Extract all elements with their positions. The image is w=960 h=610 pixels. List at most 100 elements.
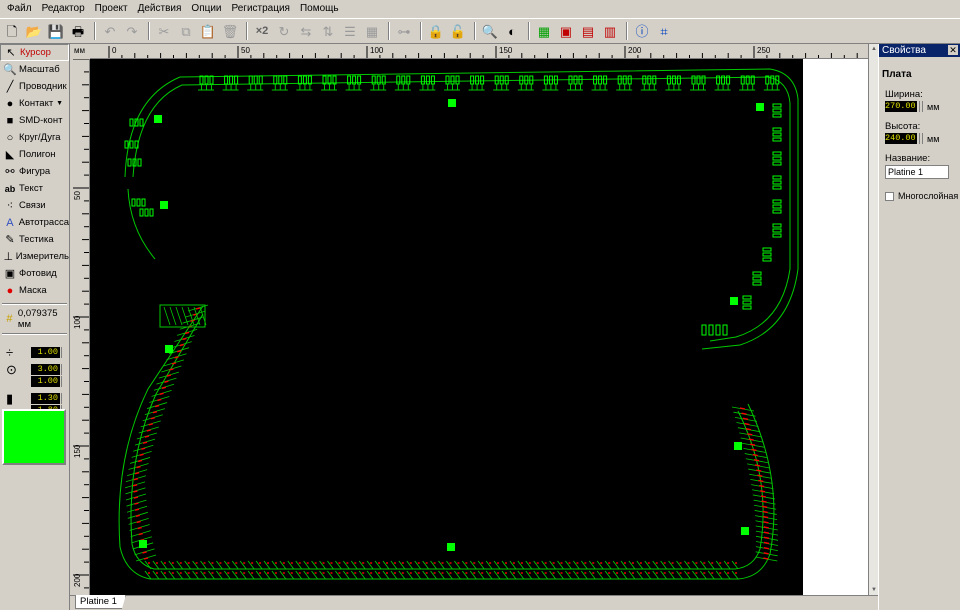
pad-inner-value[interactable]: 1.00 — [31, 375, 60, 387]
pad-size-icon: ⊙ — [6, 361, 17, 377]
name-field[interactable]: Platine 1 — [885, 165, 949, 179]
width-label: Ширина: — [885, 89, 923, 100]
open-folder-icon[interactable]: 📂 — [24, 21, 44, 41]
width-field[interactable]: 270.00 — [885, 101, 917, 112]
dropdown-arrow-icon[interactable]: ▼ — [56, 100, 63, 107]
tool-cursor[interactable]: ↖ Курсор — [0, 44, 69, 61]
track-width-spinner[interactable] — [61, 346, 66, 358]
height-field[interactable]: 240.00 — [885, 133, 917, 144]
grid-setting[interactable]: # 0,079375 мм — [0, 308, 69, 330]
cut-icon[interactable]: ✂ — [154, 21, 174, 41]
pcb-board[interactable] — [90, 59, 803, 595]
ruler-unit: мм — [71, 44, 90, 59]
undo-icon[interactable]: ↶ — [100, 21, 120, 41]
paste-icon[interactable]: 📋 — [198, 21, 218, 41]
tool-shape[interactable]: ⚯ Фигура — [0, 163, 69, 180]
tool-test[interactable]: ✎ Тестика — [0, 231, 69, 248]
pad-outer-spinner[interactable] — [61, 363, 66, 375]
tool-divider — [2, 333, 67, 335]
tool-mask[interactable]: ● Маска — [0, 282, 69, 299]
mounting-pad — [447, 543, 455, 551]
smd-pad-group — [742, 295, 752, 310]
unlock-icon[interactable]: 🔓 — [448, 21, 468, 41]
tool-circle[interactable]: ○ Круг/Дуга — [0, 129, 69, 146]
smd-pad-group — [124, 140, 139, 149]
smd-width-spinner[interactable] — [61, 392, 66, 404]
transparency-icon[interactable]: ◐ — [502, 21, 522, 41]
menu-bar: Файл Редактор Проект Действия Опции Реги… — [0, 0, 960, 18]
multilayer-option[interactable]: Многослойная — [879, 191, 960, 201]
tab-platine-1[interactable]: Platine 1 — [75, 595, 126, 609]
tool-label: Фотовид — [19, 268, 57, 279]
zoom-icon[interactable]: 🔍 — [480, 21, 500, 41]
test-icon: ✎ — [5, 234, 15, 246]
delete-icon[interactable]: 🗑 — [220, 21, 240, 41]
properties-title-bar: Свойства ✕ — [879, 44, 960, 57]
pad-inner-param: 1.00 — [0, 375, 69, 387]
board-outline-trace — [124, 68, 799, 350]
ruler-top: 0 50 100 150 200 250 — [90, 44, 868, 59]
menu-project[interactable]: Проект — [90, 0, 133, 18]
tool-polygon[interactable]: ◣ Полигон — [0, 146, 69, 163]
info-icon[interactable]: ⓘ — [632, 21, 652, 41]
menu-editor[interactable]: Редактор — [37, 0, 90, 18]
layer-color-swatch[interactable] — [2, 409, 66, 465]
track-width-value[interactable]: 1.00 — [31, 346, 60, 358]
magnifier-icon: 🔍 — [3, 64, 17, 76]
save-icon[interactable]: 💾 — [46, 21, 66, 41]
close-icon[interactable]: ✕ — [948, 45, 958, 55]
tool-zoom[interactable]: 🔍 Масштаб — [0, 61, 69, 78]
tool-track[interactable]: ╱ Проводник — [0, 78, 69, 95]
print-icon[interactable]: 🖶 — [68, 21, 88, 41]
mirror-horizontal-icon[interactable]: ⇆ — [296, 21, 316, 41]
track-width-icon: ÷ — [6, 344, 14, 360]
tool-label: Маска — [19, 285, 47, 296]
layer-colors-icon[interactable]: ▦ — [534, 21, 554, 41]
smd-pad-group — [772, 175, 782, 190]
macro-icon[interactable]: ▥ — [600, 21, 620, 41]
menu-options[interactable]: Опции — [186, 0, 226, 18]
smd-width-value[interactable]: 1.30 — [31, 392, 60, 404]
smd-pad-group — [370, 75, 387, 91]
tool-photo[interactable]: ▣ Фотовид — [0, 265, 69, 282]
new-file-icon[interactable]: 🗋 — [2, 21, 22, 41]
vertical-scrollbar[interactable]: ▲ ▼ — [868, 44, 878, 595]
menu-registration[interactable]: Регистрация — [227, 0, 295, 18]
smd-pad-group — [701, 324, 728, 336]
components-icon[interactable]: ⊶ — [394, 21, 414, 41]
redo-icon[interactable]: ↷ — [122, 21, 142, 41]
tool-smd[interactable]: ■ SMD-конт — [0, 112, 69, 129]
multilayer-checkbox[interactable] — [885, 191, 894, 201]
lock-icon[interactable]: 🔒 — [426, 21, 446, 41]
pcb-layout[interactable] — [90, 59, 803, 595]
group-icon[interactable]: ▦ — [362, 21, 382, 41]
crop-icon[interactable]: ⌗ — [654, 21, 674, 41]
pad-inner-spinner[interactable] — [61, 375, 66, 387]
menu-help[interactable]: Помощь — [295, 0, 344, 18]
tool-text[interactable]: ab Текст — [0, 180, 69, 197]
tool-measure[interactable]: ⊥ Измеритель — [0, 248, 69, 265]
canvas-area[interactable] — [90, 59, 868, 595]
drc-check-icon[interactable]: ▤ — [578, 21, 598, 41]
menu-file[interactable]: Файл — [2, 0, 37, 18]
tool-pad[interactable]: ● Контакт ▼ — [0, 95, 69, 112]
mirror-vertical-icon[interactable]: ⇅ — [318, 21, 338, 41]
tool-autoroute[interactable]: A Автотрасса — [0, 214, 69, 231]
tool-label: Текст — [19, 183, 43, 194]
height-spinner[interactable] — [919, 133, 923, 144]
rotate-icon[interactable]: ↻ — [274, 21, 294, 41]
menu-actions[interactable]: Действия — [133, 0, 187, 18]
circle-icon: ○ — [6, 131, 14, 144]
copy-icon[interactable]: ⧉ — [176, 21, 196, 41]
mounting-pad — [734, 442, 742, 450]
shape-icon: ⚯ — [5, 166, 15, 178]
pad-outer-value[interactable]: 3.00 — [31, 363, 60, 375]
smd-pad-group — [493, 75, 510, 91]
duplicate-button[interactable]: ×2 — [252, 21, 272, 41]
tool-connections[interactable]: ⁖ Связи — [0, 197, 69, 214]
tool-panel: ↖ Курсор 🔍 Масштаб ╱ Проводник ● Контакт ▼ ■ SMD-к… — [0, 44, 70, 610]
drc-icon[interactable]: ▣ — [556, 21, 576, 41]
board-section-title: Плата — [882, 69, 912, 80]
width-spinner[interactable] — [919, 101, 923, 112]
align-icon[interactable]: ☰ — [340, 21, 360, 41]
